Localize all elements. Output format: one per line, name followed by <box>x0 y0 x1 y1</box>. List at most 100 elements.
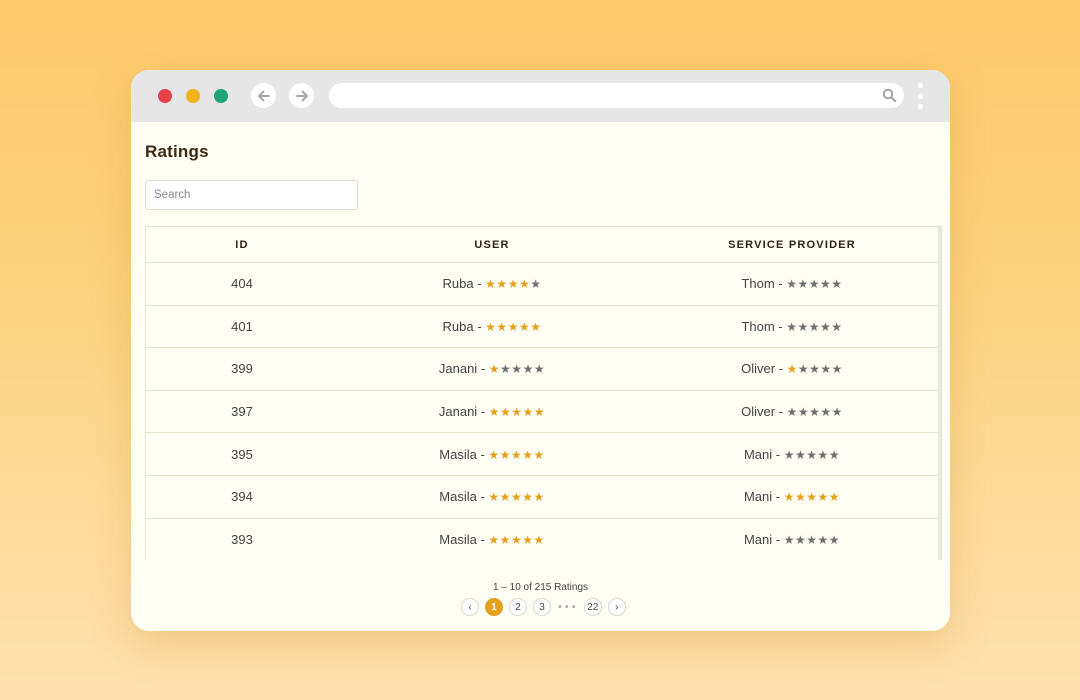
star-icon: ★ <box>500 362 512 377</box>
cell-service-provider: Mani - ★★★★★ <box>743 489 841 505</box>
star-rating: ★★★★★ <box>784 533 840 547</box>
column-header-user[interactable]: USER <box>338 239 646 251</box>
cell-service-provider: Oliver - ★★★★★ <box>741 361 843 377</box>
table-body: 404 Ruba - ★★★★★ Thom - ★★★★★ 401 Ruba - ★★★… <box>146 263 941 560</box>
table-row[interactable]: 393 Masila - ★★★★★ Mani - ★★★★★ <box>146 519 941 560</box>
star-icon: ★ <box>518 319 531 334</box>
star-icon: ★ <box>797 319 809 334</box>
star-icon: ★ <box>808 277 821 292</box>
star-icon: ★ <box>806 532 818 547</box>
pagination-summary: 1 – 10 of 215 Ratings <box>492 582 589 593</box>
table-row[interactable]: 401 Ruba - ★★★★★ Thom - ★★★★★ <box>146 306 941 349</box>
star-rating: ★★★★★ <box>485 277 541 291</box>
star-icon: ★ <box>797 277 809 292</box>
star-icon: ★ <box>507 319 519 334</box>
search-input[interactable] <box>145 180 358 210</box>
table-row[interactable]: 399 Janani - ★★★★★ Oliver - ★★★★★ <box>146 348 941 391</box>
star-icon: ★ <box>533 405 546 420</box>
page-button-last[interactable]: 22 <box>583 598 602 616</box>
star-icon: ★ <box>809 362 821 377</box>
star-rating: ★★★★★ <box>489 405 545 419</box>
star-rating: ★★★★★ <box>489 362 545 376</box>
address-bar[interactable] <box>329 83 904 108</box>
star-icon: ★ <box>831 319 843 334</box>
star-icon: ★ <box>522 362 534 377</box>
table-row[interactable]: 394 Masila - ★★★★★ Mani - ★★★★★ <box>146 476 941 519</box>
cell-id: 399 <box>231 361 253 377</box>
star-icon: ★ <box>496 277 508 292</box>
search-icon[interactable] <box>882 88 897 103</box>
star-icon: ★ <box>510 490 523 505</box>
star-icon: ★ <box>488 490 500 505</box>
table-row[interactable]: 404 Ruba - ★★★★★ Thom - ★★★★★ <box>146 263 941 306</box>
provider-name: Thom <box>741 276 775 292</box>
star-icon: ★ <box>797 405 810 420</box>
next-page-button[interactable]: › <box>607 598 626 616</box>
star-icon: ★ <box>500 405 512 420</box>
provider-name: Mani <box>743 489 773 505</box>
star-icon: ★ <box>828 447 841 462</box>
arrow-right-icon <box>295 90 308 101</box>
column-header-id[interactable]: ID <box>146 239 338 251</box>
cell-user: Masila - ★★★★★ <box>439 489 545 505</box>
star-icon: ★ <box>786 362 798 377</box>
cell-service-provider: Thom - ★★★★★ <box>741 318 843 334</box>
star-rating: ★★★★★ <box>784 490 840 504</box>
star-icon: ★ <box>783 532 795 547</box>
kebab-menu-icon[interactable] <box>917 83 923 109</box>
star-icon: ★ <box>522 532 534 547</box>
star-icon: ★ <box>786 405 798 420</box>
star-rating: ★★★★★ <box>787 362 843 376</box>
star-icon: ★ <box>518 277 531 292</box>
user-name: Masila <box>439 446 477 462</box>
browser-toolbar <box>131 70 950 122</box>
cell-user: Ruba - ★★★★★ <box>442 318 542 334</box>
star-icon: ★ <box>783 490 795 505</box>
forward-button[interactable] <box>289 83 314 108</box>
star-rating: ★★★★★ <box>787 405 843 419</box>
cell-service-provider: Mani - ★★★★★ <box>743 531 841 547</box>
star-icon: ★ <box>794 490 807 505</box>
browser-window: Ratings ID USER SERVICE PROVIDER 404 Ruba… <box>131 70 950 631</box>
table-row[interactable]: 395 Masila - ★★★★★ Mani - ★★★★★ <box>146 433 941 476</box>
star-icon: ★ <box>488 362 501 377</box>
star-icon: ★ <box>499 532 511 547</box>
back-button[interactable] <box>251 83 276 108</box>
user-name: Ruba <box>442 276 474 292</box>
prev-page-button[interactable]: ‹ <box>461 598 479 616</box>
maximize-window-button[interactable] <box>214 89 228 103</box>
star-icon: ★ <box>794 447 807 462</box>
cell-user: Masila - ★★★★★ <box>439 531 545 547</box>
page-title: Ratings <box>145 142 209 161</box>
star-icon: ★ <box>522 490 534 505</box>
cell-user: Ruba - ★★★★★ <box>442 276 542 292</box>
star-icon: ★ <box>522 405 534 420</box>
star-icon: ★ <box>831 362 843 377</box>
close-window-button[interactable] <box>158 89 172 103</box>
star-icon: ★ <box>510 532 523 547</box>
star-rating: ★★★★★ <box>786 320 842 334</box>
cell-id: 397 <box>231 404 253 420</box>
star-rating: ★★★★★ <box>488 448 544 462</box>
table-row[interactable]: 397 Janani - ★★★★★ Oliver - ★★★★★ <box>146 391 941 434</box>
star-icon: ★ <box>794 532 807 547</box>
star-icon: ★ <box>533 490 545 505</box>
star-icon: ★ <box>786 319 798 334</box>
column-header-service-provider[interactable]: SERVICE PROVIDER <box>646 239 938 251</box>
star-icon: ★ <box>533 532 545 547</box>
user-name: Ruba <box>442 318 474 334</box>
star-icon: ★ <box>488 447 500 462</box>
star-icon: ★ <box>511 405 523 420</box>
ratings-table: ID USER SERVICE PROVIDER 404 Ruba - ★★★★★… <box>145 226 942 560</box>
pagination: ‹ 1 2 3 ••• 22 › <box>461 598 632 616</box>
cell-id: 401 <box>231 318 253 334</box>
star-icon: ★ <box>828 532 841 547</box>
minimize-window-button[interactable] <box>186 89 200 103</box>
provider-name: Oliver <box>741 404 776 420</box>
star-icon: ★ <box>809 405 821 420</box>
page-button-1[interactable]: 1 <box>485 598 503 616</box>
star-icon: ★ <box>817 532 829 547</box>
star-icon: ★ <box>511 362 523 377</box>
page-button-3[interactable]: 3 <box>533 598 551 616</box>
page-button-2[interactable]: 2 <box>509 598 527 616</box>
